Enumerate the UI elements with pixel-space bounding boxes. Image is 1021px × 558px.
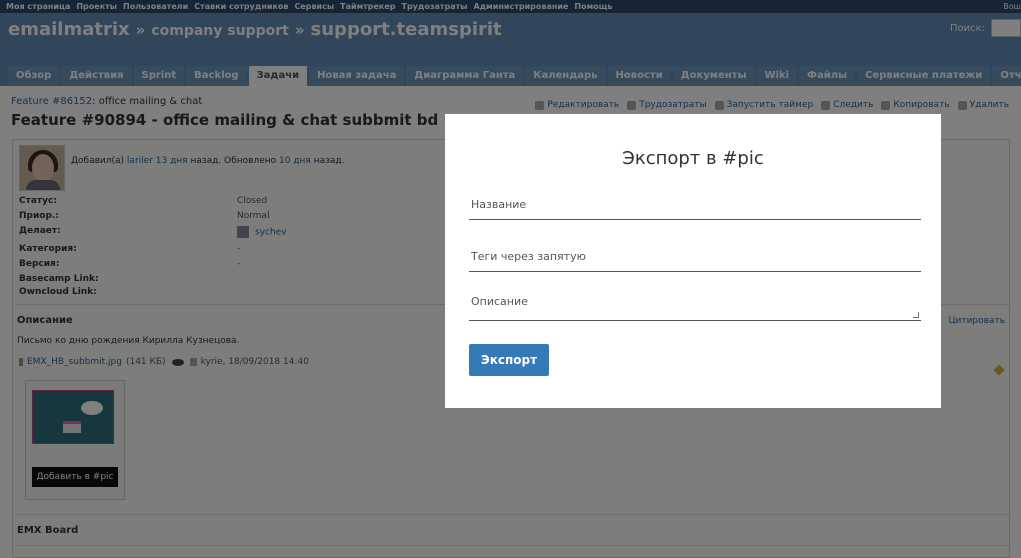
modal-title: Экспорт в #pic [622,148,764,169]
resize-handle-icon[interactable] [913,312,919,318]
tags-placeholder: Теги через запятую [471,250,586,263]
name-field[interactable]: Название [469,198,921,220]
name-placeholder: Название [471,198,527,211]
tags-field[interactable]: Теги через запятую [469,250,921,272]
description-field[interactable]: Описание [469,295,921,321]
export-button[interactable]: Экспорт [469,344,549,376]
description-placeholder: Описание [471,295,528,308]
export-modal: Экспорт в #pic Название Теги через запят… [445,114,941,408]
